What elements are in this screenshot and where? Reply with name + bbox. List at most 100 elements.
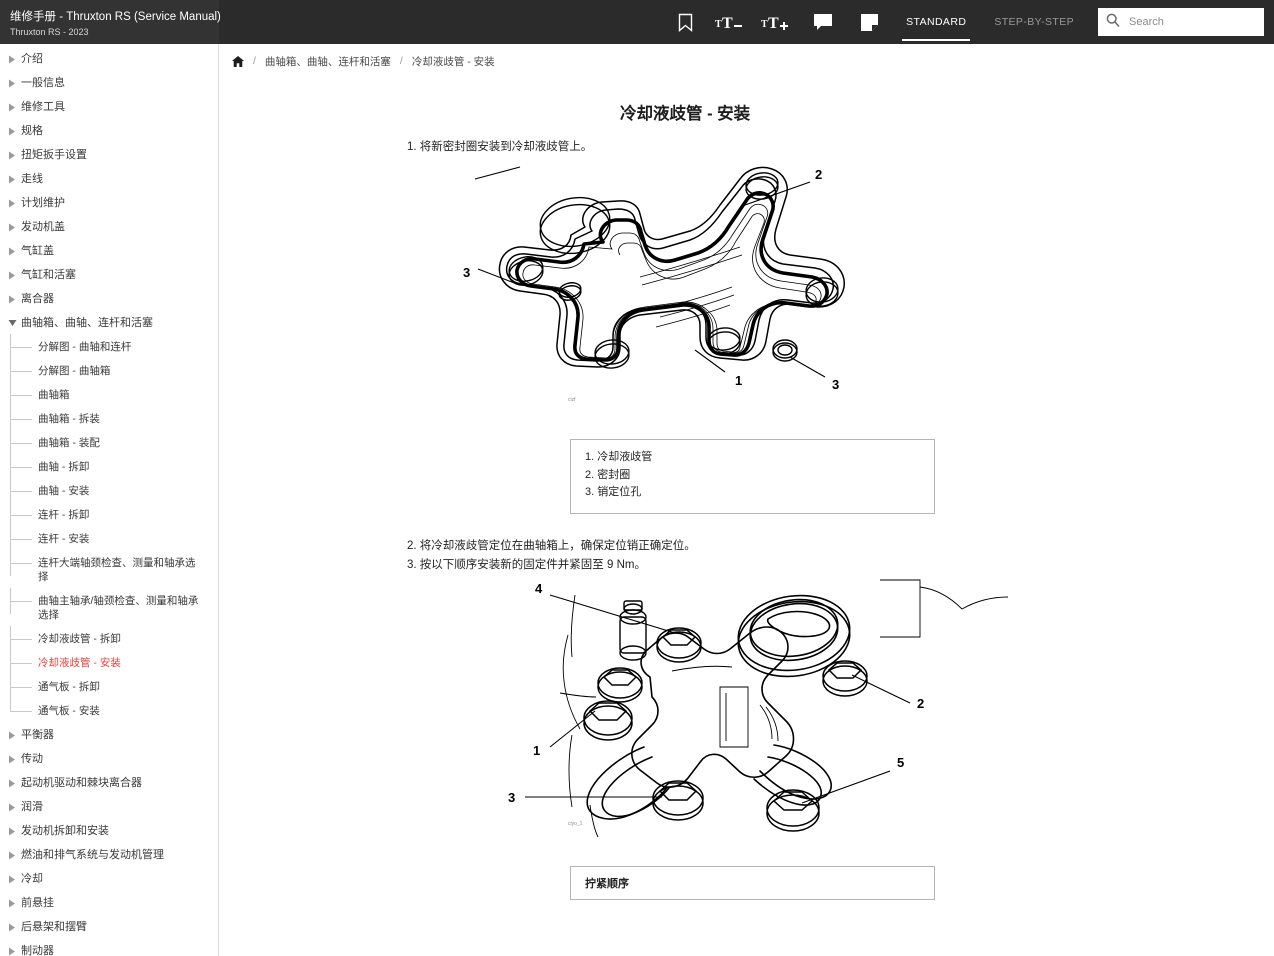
sidebar-navigation[interactable]: 介绍一般信息维修工具规格扭矩扳手设置走线计划维护发动机盖气缸盖气缸和活塞离合器曲… xyxy=(0,44,219,956)
sidebar-item[interactable]: 走线 xyxy=(0,167,218,191)
callout-5-fig2: 5 xyxy=(897,755,904,770)
sidebar-subitem[interactable]: 曲轴箱 xyxy=(0,383,218,407)
sidebar-item[interactable]: 燃油和排气系统与发动机管理 xyxy=(0,843,218,867)
sidebar-item[interactable]: 规格 xyxy=(0,119,218,143)
sidebar-subitem[interactable]: 曲轴 - 拆卸 xyxy=(0,455,218,479)
sidebar-subitem-label: 冷却液歧管 - 拆卸 xyxy=(38,632,210,646)
chevron-right-icon[interactable] xyxy=(6,944,18,956)
sidebar-item[interactable]: 润滑 xyxy=(0,795,218,819)
sidebar-item[interactable]: 发动机盖 xyxy=(0,215,218,239)
sidebar-subitem-label: 曲轴箱 xyxy=(38,388,210,402)
search-box[interactable] xyxy=(1098,8,1264,36)
sidebar-item-label: 计划维护 xyxy=(21,196,212,210)
svg-text:T: T xyxy=(715,19,722,30)
chevron-right-icon[interactable] xyxy=(6,172,18,186)
sidebar-item-label: 介绍 xyxy=(21,52,212,66)
chevron-right-icon[interactable] xyxy=(6,244,18,258)
sidebar-item[interactable]: 后悬架和摆臂 xyxy=(0,915,218,939)
sidebar-subitem[interactable]: 连杆 - 拆卸 xyxy=(0,503,218,527)
tree-connector-icon xyxy=(4,412,38,426)
chevron-right-icon[interactable] xyxy=(6,220,18,234)
sidebar-subitem-label: 通气板 - 安装 xyxy=(38,704,210,718)
chevron-right-icon[interactable] xyxy=(6,124,18,138)
legend-item-2: 2. 密封圈 xyxy=(585,467,934,485)
sidebar-item[interactable]: 起动机驱动和棘块离合器 xyxy=(0,771,218,795)
breadcrumb-section[interactable]: 曲轴箱、曲轴、连杆和活塞 xyxy=(265,54,391,69)
home-icon[interactable] xyxy=(232,56,244,67)
sidebar-subitem[interactable]: 曲轴 - 安装 xyxy=(0,479,218,503)
chevron-right-icon[interactable] xyxy=(6,52,18,66)
chevron-right-icon[interactable] xyxy=(6,196,18,210)
sidebar-item[interactable]: 冷却 xyxy=(0,867,218,891)
svg-text:T: T xyxy=(768,15,779,32)
chevron-right-icon[interactable] xyxy=(6,148,18,162)
sidebar-subitem[interactable]: 冷却液歧管 - 拆卸 xyxy=(0,627,218,651)
toolbar: T T T T STANDARD STEP-BY-STEP xyxy=(219,0,1274,44)
chevron-right-icon[interactable] xyxy=(6,800,18,814)
sidebar-item[interactable]: 发动机拆卸和安装 xyxy=(0,819,218,843)
sidebar-item[interactable]: 前悬挂 xyxy=(0,891,218,915)
sidebar-subitem[interactable]: 连杆 - 安装 xyxy=(0,527,218,551)
text-increase-icon[interactable]: T T xyxy=(754,0,800,44)
chevron-right-icon[interactable] xyxy=(6,76,18,90)
chevron-right-icon[interactable] xyxy=(6,776,18,790)
sidebar-item[interactable]: 气缸和活塞 xyxy=(0,263,218,287)
tab-step-by-step-label: STEP-BY-STEP xyxy=(994,16,1074,28)
page-title: 冷却液歧管 - 安装 xyxy=(220,100,1274,124)
sidebar-item[interactable]: 曲轴箱、曲轴、连杆和活塞 xyxy=(0,311,218,335)
chevron-right-icon[interactable] xyxy=(6,100,18,114)
chevron-right-icon[interactable] xyxy=(6,728,18,742)
chevron-right-icon[interactable] xyxy=(6,752,18,766)
sidebar-item-label: 离合器 xyxy=(21,292,212,306)
sidebar-item[interactable]: 平衡器 xyxy=(0,723,218,747)
tab-step-by-step[interactable]: STEP-BY-STEP xyxy=(980,0,1088,44)
sidebar-item[interactable]: 传动 xyxy=(0,747,218,771)
chevron-right-icon[interactable] xyxy=(6,896,18,910)
sidebar-item[interactable]: 气缸盖 xyxy=(0,239,218,263)
sidebar-subitem-label: 曲轴 - 拆卸 xyxy=(38,460,210,474)
sidebar-item[interactable]: 介绍 xyxy=(0,47,218,71)
sidebar-item[interactable]: 离合器 xyxy=(0,287,218,311)
sidebar-subitem-label: 连杆 - 拆卸 xyxy=(38,508,210,522)
app-title: 维修手册 - Thruxton RS (Service Manual) xyxy=(10,10,219,24)
tab-standard[interactable]: STANDARD xyxy=(892,0,980,44)
sidebar-subitem[interactable]: 通气板 - 拆卸 xyxy=(0,675,218,699)
bookmark-icon[interactable] xyxy=(662,0,708,44)
breadcrumb-page[interactable]: 冷却液歧管 - 安装 xyxy=(412,54,495,69)
sidebar-subitem[interactable]: 分解图 - 曲轴箱 xyxy=(0,359,218,383)
sidebar-subitem[interactable]: 曲轴箱 - 装配 xyxy=(0,431,218,455)
sidebar-subitem-label: 通气板 - 拆卸 xyxy=(38,680,210,694)
sidebar-subitem[interactable]: 曲轴箱 - 拆装 xyxy=(0,407,218,431)
chevron-right-icon[interactable] xyxy=(6,268,18,282)
chevron-right-icon[interactable] xyxy=(6,824,18,838)
content-area: / 曲轴箱、曲轴、连杆和活塞 / 冷却液歧管 - 安装 冷却液歧管 - 安装 1… xyxy=(220,44,1274,956)
callout-3b-fig1: 3 xyxy=(832,377,839,392)
svg-text:T: T xyxy=(761,19,768,30)
chevron-right-icon[interactable] xyxy=(6,920,18,934)
sidebar-item[interactable]: 扭矩扳手设置 xyxy=(0,143,218,167)
tree-connector-icon xyxy=(4,388,38,402)
text-decrease-icon[interactable]: T T xyxy=(708,0,754,44)
note-icon[interactable] xyxy=(846,0,892,44)
top-bar: 维修手册 - Thruxton RS (Service Manual) Thru… xyxy=(0,0,1274,44)
sidebar-item[interactable]: 一般信息 xyxy=(0,71,218,95)
tree-connector-icon xyxy=(4,656,38,670)
sidebar-subitem-label: 曲轴箱 - 拆装 xyxy=(38,412,210,426)
chevron-right-icon[interactable] xyxy=(6,872,18,886)
search-input[interactable] xyxy=(1127,15,1256,29)
comment-icon[interactable] xyxy=(800,0,846,44)
chevron-down-icon[interactable] xyxy=(6,316,18,330)
sidebar-item[interactable]: 计划维护 xyxy=(0,191,218,215)
sidebar-subitem[interactable]: 通气板 - 安装 xyxy=(0,699,218,723)
sidebar-item-label: 发动机拆卸和安装 xyxy=(21,824,212,838)
sidebar-item[interactable]: 维修工具 xyxy=(0,95,218,119)
sidebar-subitem[interactable]: 连杆大端轴颈检查、测量和轴承选择 xyxy=(0,551,218,589)
sidebar-subitem[interactable]: 曲轴主轴承/轴颈检查、测量和轴承选择 xyxy=(0,589,218,627)
sidebar-item[interactable]: 制动器 xyxy=(0,939,218,956)
chevron-right-icon[interactable] xyxy=(6,848,18,862)
callout-1-fig1: 1 xyxy=(735,373,742,388)
sidebar-subitem[interactable]: 分解图 - 曲轴和连杆 xyxy=(0,335,218,359)
chevron-right-icon[interactable] xyxy=(6,292,18,306)
sidebar-subitem-label: 连杆大端轴颈检查、测量和轴承选择 xyxy=(38,556,210,584)
sidebar-subitem-active[interactable]: 冷却液歧管 - 安装 xyxy=(0,651,218,675)
